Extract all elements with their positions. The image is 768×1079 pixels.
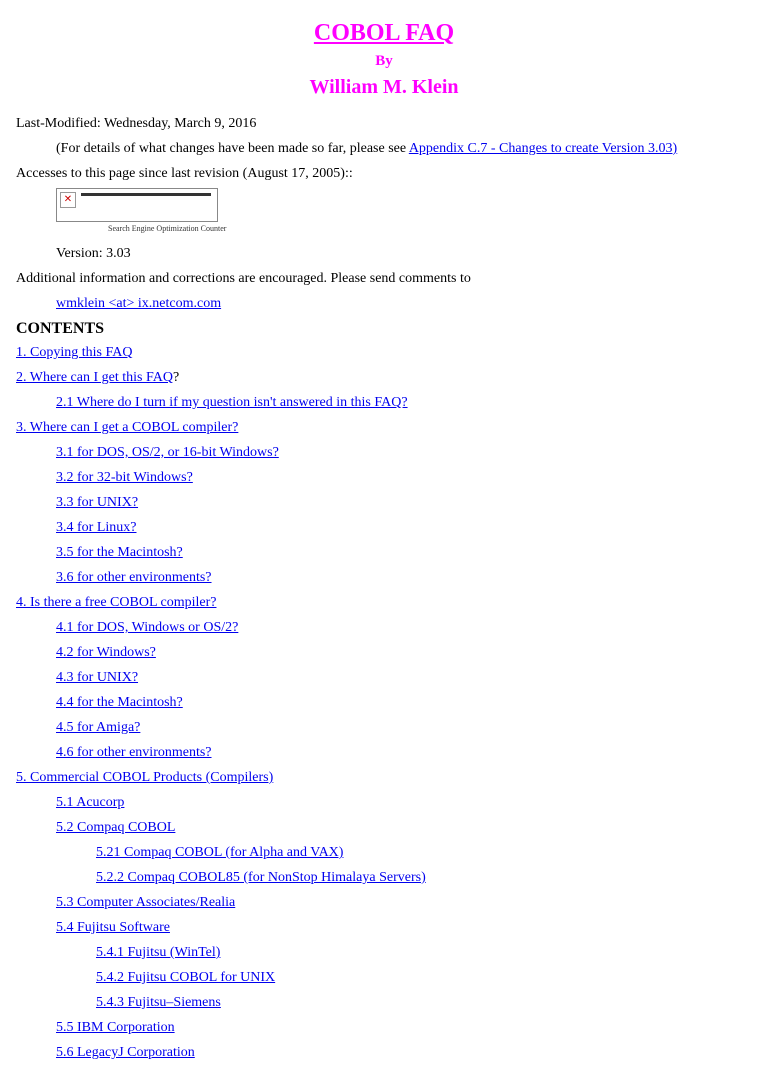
broken-image-placeholder: ✕ [56,188,218,222]
contact-email-line: wmklein <at> ix.netcom.com [56,293,752,314]
toc-link-5-22[interactable]: 5.2.2 Compaq COBOL85 (for NonStop Himala… [96,870,426,885]
toc-link-4-1[interactable]: 4.1 for DOS, Windows or OS/2? [56,620,238,635]
toc-link-5-6[interactable]: 5.6 LegacyJ Corporation [56,1045,195,1060]
toc-item: 4.4 for the Macintosh? [56,692,752,713]
toc-item: 2. Where can I get this FAQ? [16,367,752,388]
broken-image-icon: ✕ [60,192,76,208]
toc-item: 4. Is there a free COBOL compiler? [16,592,752,613]
toc-item: 4.6 for other environments? [56,742,752,763]
toc-link-5[interactable]: 5. Commercial COBOL Products (Compilers) [16,770,273,785]
counter-widget: ✕ Search Engine Optimization Counter [56,188,752,233]
toc-item: 5.21 Compaq COBOL (for Alpha and VAX) [96,842,752,863]
toc-item: 5.4.3 Fujitsu–Siemens [96,992,752,1013]
details-prefix: (For details of what changes have been m… [56,141,409,156]
toc-link-4-4[interactable]: 4.4 for the Macintosh? [56,695,183,710]
toc-item: 5.4 Fujitsu Software [56,917,752,938]
author-name: William M. Klein [16,76,752,99]
toc-link-3-2[interactable]: 3.2 for 32-bit Windows? [56,470,193,485]
toc-item: 5.2.2 Compaq COBOL85 (for NonStop Himala… [96,867,752,888]
toc-item: 3. Where can I get a COBOL compiler? [16,417,752,438]
toc-item: 4.3 for UNIX? [56,667,752,688]
toc-link-3[interactable]: 3. Where can I get a COBOL compiler? [16,420,238,435]
toc-item: 2.1 Where do I turn if my question isn't… [56,392,752,413]
toc-item: 3.6 for other environments? [56,567,752,588]
toc-item: 5.4.1 Fujitsu (WinTel) [96,942,752,963]
toc-item: 5.4.2 Fujitsu COBOL for UNIX [96,967,752,988]
toc-link-4-3[interactable]: 4.3 for UNIX? [56,670,138,685]
toc-link-3-6[interactable]: 3.6 for other environments? [56,570,212,585]
toc-link-4[interactable]: 4. Is there a free COBOL compiler? [16,595,216,610]
toc-link-3-3[interactable]: 3.3 for UNIX? [56,495,138,510]
placeholder-bar [81,193,211,196]
toc-link-5-43[interactable]: 5.4.3 Fujitsu–Siemens [96,995,221,1010]
toc-item: 3.5 for the Macintosh? [56,542,752,563]
toc-link-3-4[interactable]: 3.4 for Linux? [56,520,136,535]
toc-item: 3.1 for DOS, OS/2, or 16-bit Windows? [56,442,752,463]
toc-2-q: ? [173,370,179,385]
by-line: By [16,53,752,70]
toc-link-5-1[interactable]: 5.1 Acucorp [56,795,124,810]
contents-heading: CONTENTS [16,320,752,338]
version-line: Version: 3.03 [56,243,752,264]
toc-link-4-5[interactable]: 4.5 for Amiga? [56,720,140,735]
toc-item: 3.3 for UNIX? [56,492,752,513]
contact-email-link[interactable]: wmklein <at> ix.netcom.com [56,296,221,311]
toc-link-5-42[interactable]: 5.4.2 Fujitsu COBOL for UNIX [96,970,275,985]
toc-link-3-5[interactable]: 3.5 for the Macintosh? [56,545,183,560]
toc-item: 5.2 Compaq COBOL [56,817,752,838]
toc-link-3-1[interactable]: 3.1 for DOS, OS/2, or 16-bit Windows? [56,445,279,460]
accesses-line: Accesses to this page since last revisio… [16,163,752,184]
toc-item: 4.5 for Amiga? [56,717,752,738]
appendix-link[interactable]: Appendix C.7 - Changes to create Version… [409,141,677,156]
toc-link-5-21[interactable]: 5.21 Compaq COBOL (for Alpha and VAX) [96,845,343,860]
toc-link-5-3[interactable]: 5.3 Computer Associates/Realia [56,895,235,910]
toc-link-4-6[interactable]: 4.6 for other environments? [56,745,212,760]
toc-item: 1. Copying this FAQ [16,342,752,363]
toc-link-5-5[interactable]: 5.5 IBM Corporation [56,1020,175,1035]
toc-link-5-4[interactable]: 5.4 Fujitsu Software [56,920,170,935]
counter-caption: Search Engine Optimization Counter [108,224,752,233]
toc-item: 4.1 for DOS, Windows or OS/2? [56,617,752,638]
last-modified: Last-Modified: Wednesday, March 9, 2016 [16,113,752,134]
toc-item: 5.1 Acucorp [56,792,752,813]
toc-item: 4.2 for Windows? [56,642,752,663]
changes-details: (For details of what changes have been m… [56,138,752,159]
toc-link-2[interactable]: 2. Where can I get this FAQ [16,370,173,385]
toc-item: 5. Commercial COBOL Products (Compilers) [16,767,752,788]
toc-item: 5.3 Computer Associates/Realia [56,892,752,913]
toc-link-5-2[interactable]: 5.2 Compaq COBOL [56,820,175,835]
toc-link-2-1[interactable]: 2.1 Where do I turn if my question isn't… [56,395,408,410]
toc-item: 3.4 for Linux? [56,517,752,538]
toc-link-1[interactable]: 1. Copying this FAQ [16,345,132,360]
toc-link-5-41[interactable]: 5.4.1 Fujitsu (WinTel) [96,945,220,960]
toc-link-4-2[interactable]: 4.2 for Windows? [56,645,156,660]
page-title: COBOL FAQ [16,20,752,47]
toc-item: 5.6 LegacyJ Corporation [56,1042,752,1063]
additional-info: Additional information and corrections a… [16,268,752,289]
toc-item: 5.5 IBM Corporation [56,1017,752,1038]
toc-item: 3.2 for 32-bit Windows? [56,467,752,488]
